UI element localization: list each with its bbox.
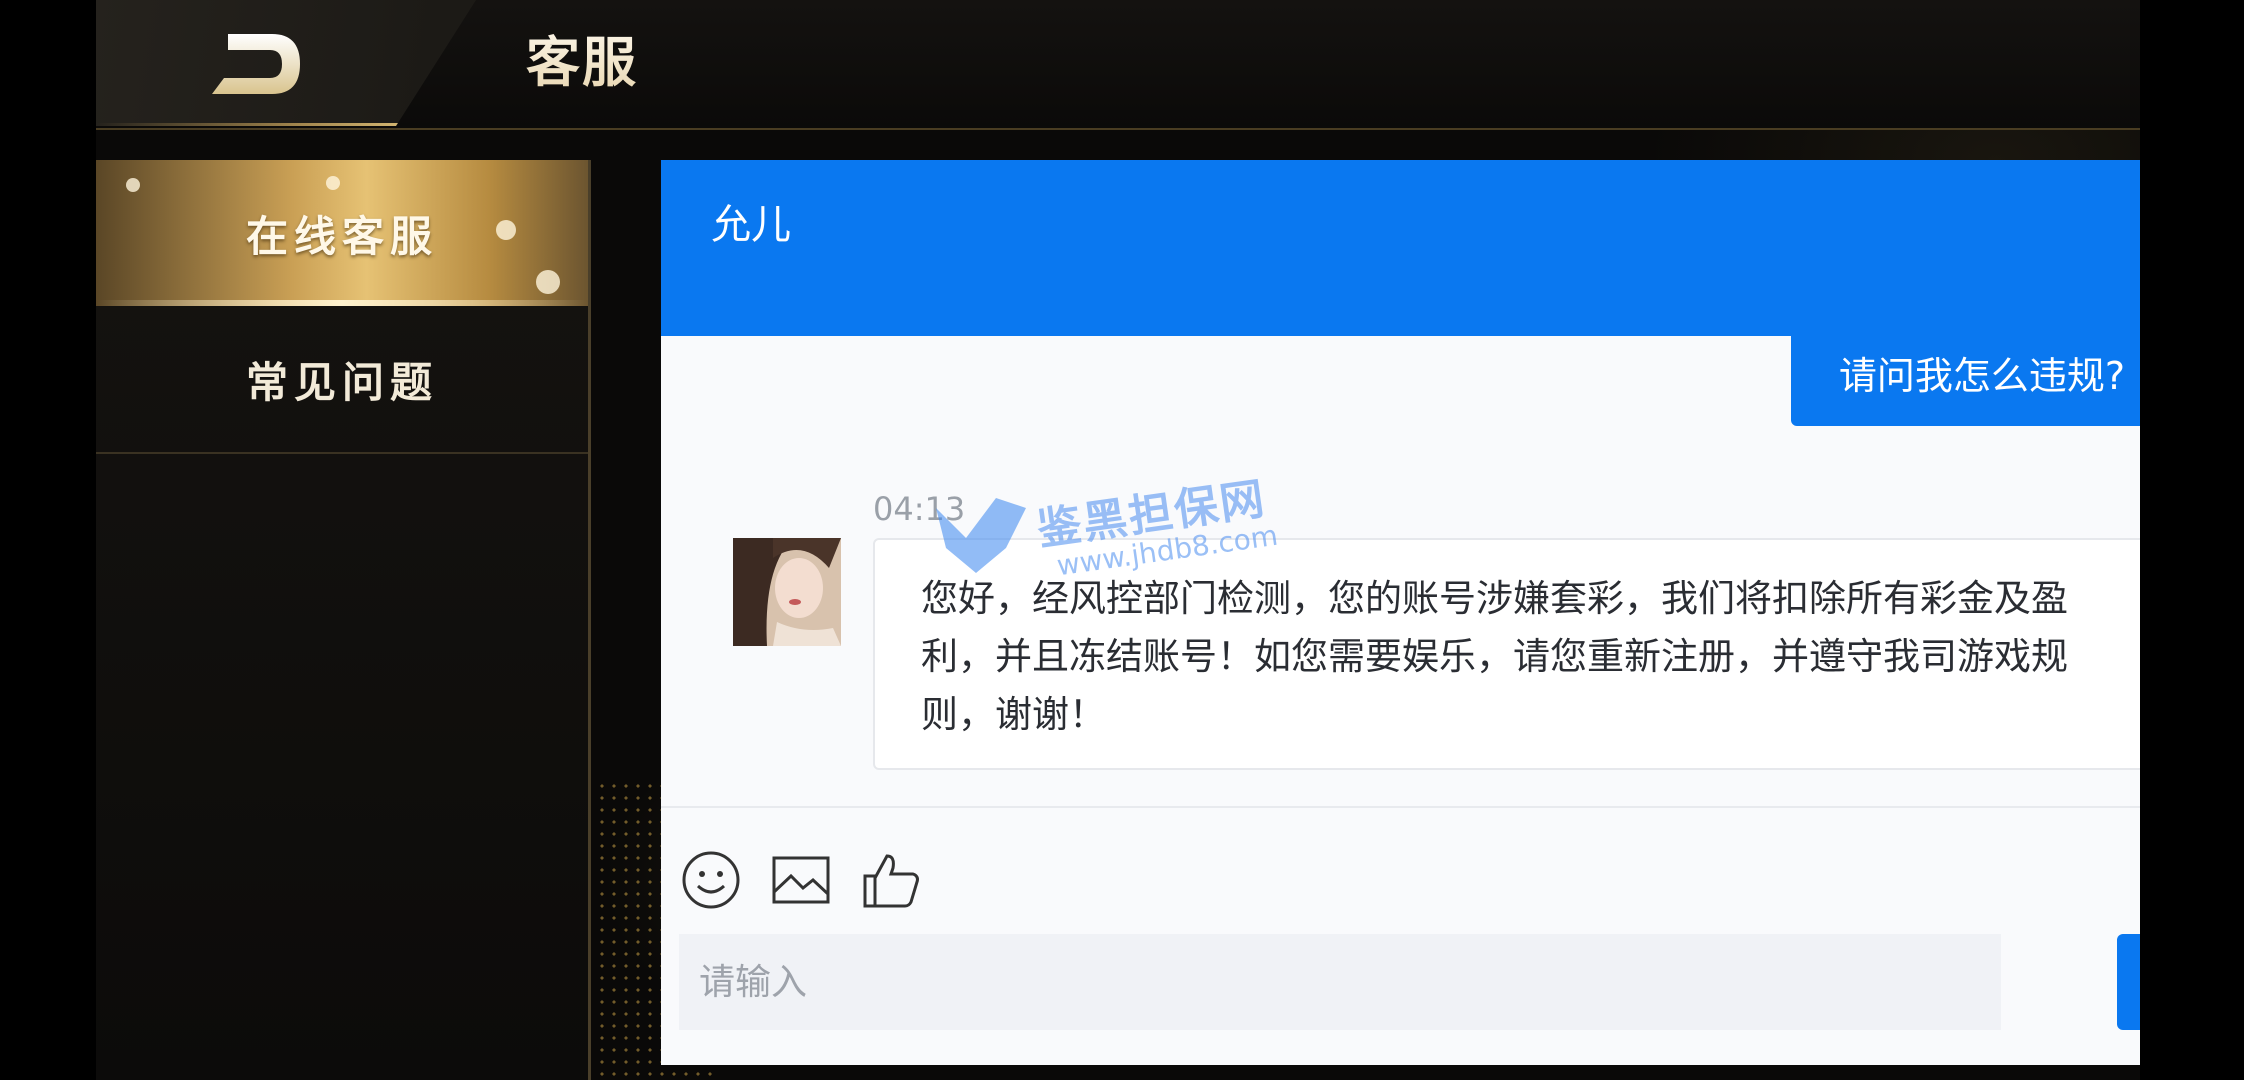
image-icon xyxy=(772,856,830,904)
back-logo-icon xyxy=(212,34,300,94)
avatar xyxy=(733,538,841,646)
page-title: 客服 xyxy=(526,18,638,97)
sidebar-item-online-service[interactable]: 在线客服 xyxy=(96,160,588,306)
chat-header: 允儿 xyxy=(661,160,2140,336)
back-area xyxy=(96,0,476,126)
back-button[interactable] xyxy=(206,28,306,100)
user-message-bubble: 请问我怎么违规? xyxy=(1790,336,2140,426)
agent-name: 允儿 xyxy=(711,202,791,248)
avatar-image xyxy=(733,538,841,646)
sidebar-item-faq[interactable]: 常见问题 xyxy=(96,306,588,454)
sparkle-decoration xyxy=(326,176,340,190)
sidebar-item-label: 在线客服 xyxy=(245,211,438,261)
divider xyxy=(661,806,2140,808)
message-timestamp: 04:13 xyxy=(873,490,966,528)
sparkle-decoration xyxy=(126,178,140,192)
send-button[interactable]: 发送 xyxy=(2117,934,2140,1030)
thumbs-up-icon xyxy=(863,854,919,908)
sparkle-decoration xyxy=(536,270,560,294)
agent-message-bubble: 您好，经风控部门检测，您的账号涉嫌套彩，我们将扣除所有彩金及盈利，并且冻结账号！… xyxy=(873,538,2140,770)
app-window: 客服 在线客服 常见问题 允儿 请问我怎么违规? 04:13 您好，经风控部门检… xyxy=(96,0,2140,1080)
chat-panel: 允儿 请问我怎么违规? 04:13 您好，经风控部门检测，您的账号涉嫌套彩，我们… xyxy=(661,160,2140,1065)
header-bar: 客服 xyxy=(96,0,2140,130)
image-button[interactable] xyxy=(771,850,831,910)
like-button[interactable] xyxy=(861,850,921,910)
emoji-icon xyxy=(682,851,740,909)
sparkle-decoration xyxy=(496,220,516,240)
message-input[interactable] xyxy=(679,934,2001,1030)
sidebar-item-label: 常见问题 xyxy=(245,357,438,407)
sidebar: 在线客服 常见问题 xyxy=(96,160,591,1080)
screen-edge xyxy=(2216,0,2244,1080)
emoji-button[interactable] xyxy=(681,850,741,910)
